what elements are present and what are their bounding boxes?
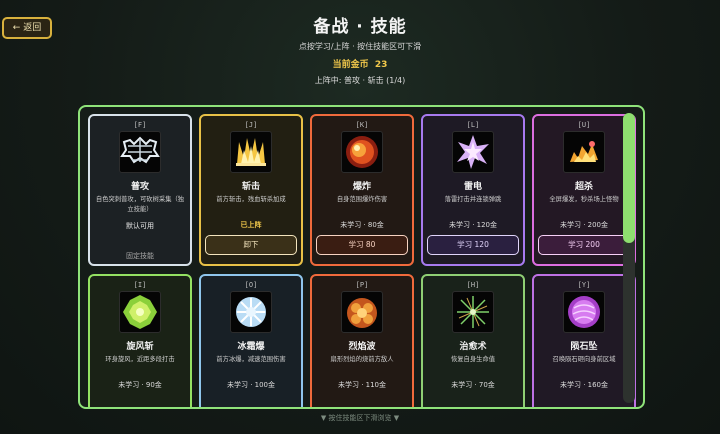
skill-description: 自色突刺普攻，可砍树采集（独立技能） (95, 196, 185, 213)
learn-button[interactable]: 学习 120 (427, 235, 519, 255)
skill-key: [L] (466, 121, 480, 129)
skill-key: [O] (244, 281, 258, 289)
skill-name: 治愈术 (459, 342, 487, 352)
skill-name: 雷电 (463, 182, 482, 192)
skill-name: 超杀 (574, 182, 593, 192)
skill-status: 默认可用 (126, 222, 154, 230)
skill-ultimate-icon (563, 131, 605, 173)
scrollbar-thumb[interactable] (623, 113, 635, 243)
skill-explosion-icon (341, 131, 383, 173)
skill-description: 扇形烈焰的烧前方敌人 (330, 356, 394, 363)
skill-name: 旋风斩 (126, 342, 154, 352)
skill-card-whirlwind[interactable]: [I] 旋风斩 环身旋风，近距多段打击 未学习 · 90金 (88, 274, 192, 407)
skill-key: [I] (133, 281, 147, 289)
skill-card-lightning[interactable]: [L] 雷电 落雷打击并连锁弹跳 未学习 · 120金 学习 120 (421, 114, 525, 266)
page-subtitle: 点按学习/上阵 · 按住技能区可下滑 (298, 42, 422, 51)
skill-card-basic-attack[interactable]: [F] 普攻 自色突刺普攻，可砍树采集（独立技能） 默认可用 固定技能 (88, 114, 192, 266)
skill-status: 未学习 · 90金 (118, 381, 162, 389)
skill-status: 未学习 · 80金 (340, 221, 384, 229)
skill-description: 全屏爆发，秒杀场上怪物 (549, 196, 619, 203)
skill-card-meteor[interactable]: [Y] 陨石坠 召唤陨石砸向身前区域 未学习 · 160金 (532, 274, 636, 407)
skill-name: 冰霜爆 (237, 342, 265, 352)
skill-fixed-label: 固定技能 (126, 252, 154, 260)
skill-name: 陨石坠 (570, 342, 598, 352)
unequip-button[interactable]: 卸下 (205, 235, 297, 255)
skill-fire-wave-icon (341, 291, 383, 333)
coin-counter: 当前金币 23 (0, 57, 720, 70)
skill-card-frost[interactable]: [O] 冰霜爆 前方冰爆，减速范围伤害 未学习 · 100金 (199, 274, 303, 407)
skill-status: 未学习 · 100金 (226, 381, 276, 389)
skill-key: [K] (355, 121, 369, 129)
skill-status: 未学习 · 110金 (337, 381, 387, 389)
skill-web-icon (119, 131, 161, 173)
skill-key: [J] (244, 121, 258, 129)
skill-key: [U] (577, 121, 591, 129)
skill-card-heal[interactable]: [H] 治愈术 恢复自身生命值 未学习 · 70金 (421, 274, 525, 407)
skill-heal-icon (452, 291, 494, 333)
skill-name: 普攻 (130, 182, 149, 192)
page-title: 备战 · 技能 (313, 17, 407, 37)
skill-lightning-icon (452, 131, 494, 173)
skill-card-slash[interactable]: [J] 斩击 前方斩击，残血斩杀加成 已上阵 卸下 (199, 114, 303, 266)
skill-status: 已上阵 (240, 221, 262, 229)
skill-status: 未学习 · 160金 (559, 381, 609, 389)
skill-whirlwind-icon (119, 291, 161, 333)
learn-button[interactable]: 学习 200 (538, 235, 630, 255)
skill-description: 前方斩击，残血斩杀加成 (216, 196, 286, 203)
skill-meteor-icon (563, 291, 605, 333)
skill-description: 前方冰爆，减速范围伤害 (216, 356, 286, 363)
skill-key: [F] (133, 121, 147, 129)
skill-key: [P] (355, 281, 369, 289)
skill-grid[interactable]: [F] 普攻 自色突刺普攻，可砍树采集（独立技能） 默认可用 固定技能 [J] … (78, 105, 645, 409)
skill-description: 环身旋风，近距多段打击 (105, 356, 175, 363)
equipped-summary: 上阵中: 普攻 · 斩击 (1/4) (314, 76, 406, 85)
skill-status: 未学习 · 70金 (451, 381, 495, 389)
skill-card-explosion[interactable]: [K] 爆炸 自身范围爆炸伤害 未学习 · 80金 学习 80 (310, 114, 414, 266)
scroll-hint: ▼ 按住技能区下滑浏览 ▼ (320, 414, 400, 422)
skill-flame-burst-icon (230, 131, 272, 173)
skill-name: 斩击 (241, 182, 260, 192)
skill-card-ultimate[interactable]: [U] 超杀 全屏爆发，秒杀场上怪物 未学习 · 200金 学习 200 (532, 114, 636, 266)
skill-status: 未学习 · 200金 (559, 221, 609, 229)
skill-name: 烈焰波 (348, 342, 376, 352)
learn-button[interactable]: 学习 80 (316, 235, 408, 255)
skill-frost-icon (230, 291, 272, 333)
skill-status: 未学习 · 120金 (448, 221, 498, 229)
coin-value: 23 (374, 60, 388, 70)
skill-description: 自身范围爆炸伤害 (336, 196, 388, 203)
skill-key: [Y] (577, 281, 591, 289)
skill-name: 爆炸 (352, 182, 371, 192)
skill-description: 恢复自身生命值 (450, 356, 496, 363)
skill-key: [H] (466, 281, 480, 289)
skill-description: 落雷打击并连锁弹跳 (444, 196, 502, 203)
skill-card-fire-wave[interactable]: [P] 烈焰波 扇形烈焰的烧前方敌人 未学习 · 110金 (310, 274, 414, 407)
skill-description: 召唤陨石砸向身前区域 (552, 356, 616, 363)
coin-label: 当前金币 (332, 60, 369, 70)
